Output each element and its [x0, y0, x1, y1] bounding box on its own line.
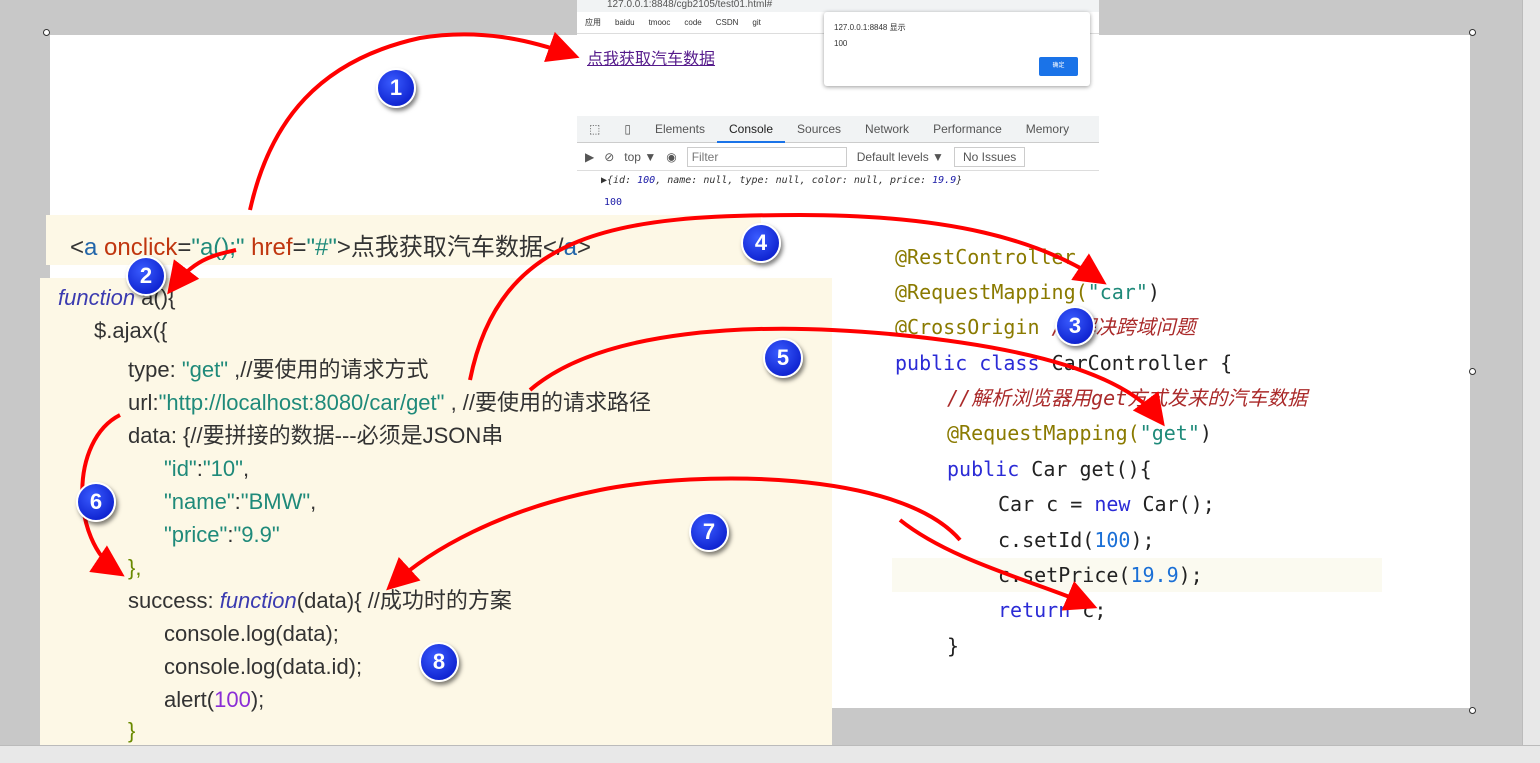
horizontal-scrollbar[interactable]	[0, 745, 1540, 763]
arrow-7	[386, 476, 962, 591]
step-badge-3: 3	[1055, 306, 1095, 346]
step-badge-1: 1	[376, 68, 416, 108]
step-badge-6: 6	[76, 482, 116, 522]
annotation-arrows	[80, 31, 1165, 611]
resize-handle[interactable]	[1469, 29, 1476, 36]
arrow-7b	[898, 518, 1098, 611]
step-badge-7: 7	[689, 512, 729, 552]
arrow-1	[248, 31, 580, 211]
step-badge-4: 4	[741, 223, 781, 263]
step-badge-8: 8	[419, 642, 459, 682]
resize-handle[interactable]	[1469, 707, 1476, 714]
step-badge-2: 2	[126, 256, 166, 296]
step-badge-5: 5	[763, 338, 803, 378]
arrow-2	[167, 248, 237, 295]
resize-handle[interactable]	[43, 29, 50, 36]
resize-handle[interactable]	[1469, 368, 1476, 375]
